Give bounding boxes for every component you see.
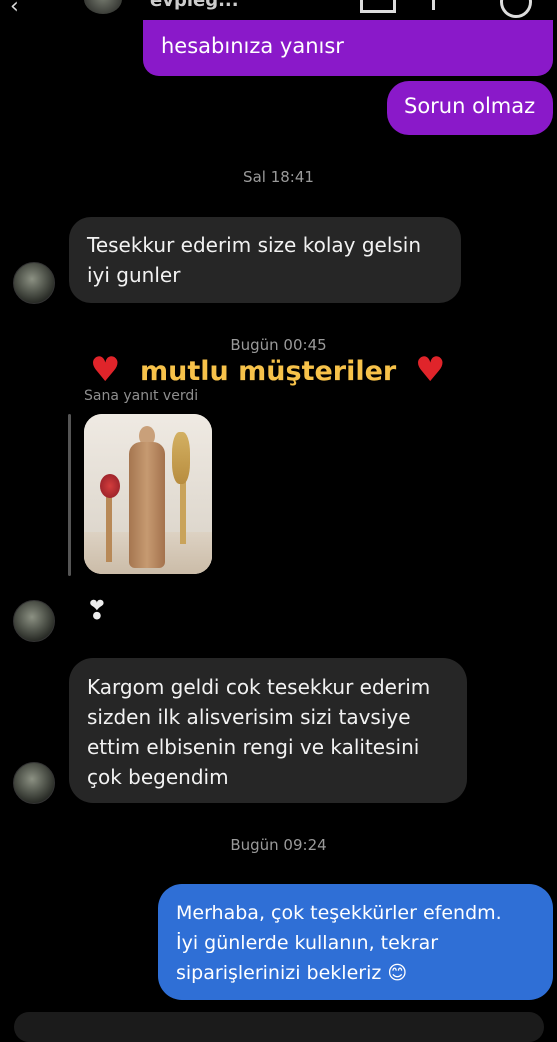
message-text: ettim elbisenin rengi ve kalitesini (87, 735, 420, 759)
contact-avatar[interactable] (84, 0, 122, 14)
message-text: Kargom geldi cok tesekkur ederim (87, 675, 431, 699)
message-outgoing[interactable]: Merhaba, çok teşekkürler efendm. İyi gün… (158, 884, 553, 1000)
message-text: İyi günlerde kullanın, tekrar (176, 932, 439, 954)
reply-bar (68, 414, 71, 576)
pampas-icon (172, 432, 190, 484)
heart-icon: ♥ (415, 350, 446, 390)
story-title: mutlu müşteriler (140, 356, 397, 387)
chevron-left-icon[interactable]: ‹ (10, 0, 19, 19)
reply-label: Sana yanıt verdi (84, 388, 199, 404)
video-call-icon[interactable] (360, 0, 396, 13)
heart-sticker-icon[interactable]: ❣ (86, 596, 108, 626)
story-thumbnail[interactable] (84, 414, 212, 574)
message-text: hesabınıza yanısr (161, 34, 344, 58)
contact-name[interactable]: evpieg... (150, 0, 239, 11)
message-incoming[interactable]: Kargom geldi cok tesekkur ederim sizden … (69, 658, 467, 803)
info-icon[interactable] (500, 0, 532, 18)
sender-avatar[interactable] (13, 600, 55, 642)
heart-icon: ♥ (90, 350, 121, 390)
message-incoming[interactable]: Tesekkur ederim size kolay gelsin iyi gu… (69, 217, 461, 303)
message-composer[interactable] (14, 1012, 544, 1042)
sender-avatar[interactable] (13, 762, 55, 804)
message-text: siparişlerinizi bekleriz 😊 (176, 962, 408, 984)
message-text: sizden ilk alisverisim sizi tavsiye (87, 705, 411, 729)
message-outgoing[interactable]: hesabınıza yanısr (143, 20, 553, 76)
sender-avatar[interactable] (13, 262, 55, 304)
message-text: iyi gunler (87, 263, 181, 287)
flag-icon[interactable] (432, 0, 435, 10)
dress-image (129, 442, 165, 568)
timestamp: Bugün 00:45 (230, 336, 327, 354)
message-text: Merhaba, çok teşekkürler efendm. (176, 902, 502, 924)
chat-header: ‹ evpieg... (0, 0, 557, 22)
flower-icon (100, 474, 120, 498)
message-text: Tesekkur ederim size kolay gelsin (87, 233, 422, 257)
message-text: çok begendim (87, 765, 229, 789)
timestamp: Bugün 09:24 (230, 836, 327, 854)
message-outgoing[interactable]: Sorun olmaz (387, 81, 553, 135)
timestamp: Sal 18:41 (243, 168, 314, 186)
message-text: Sorun olmaz (404, 94, 536, 118)
